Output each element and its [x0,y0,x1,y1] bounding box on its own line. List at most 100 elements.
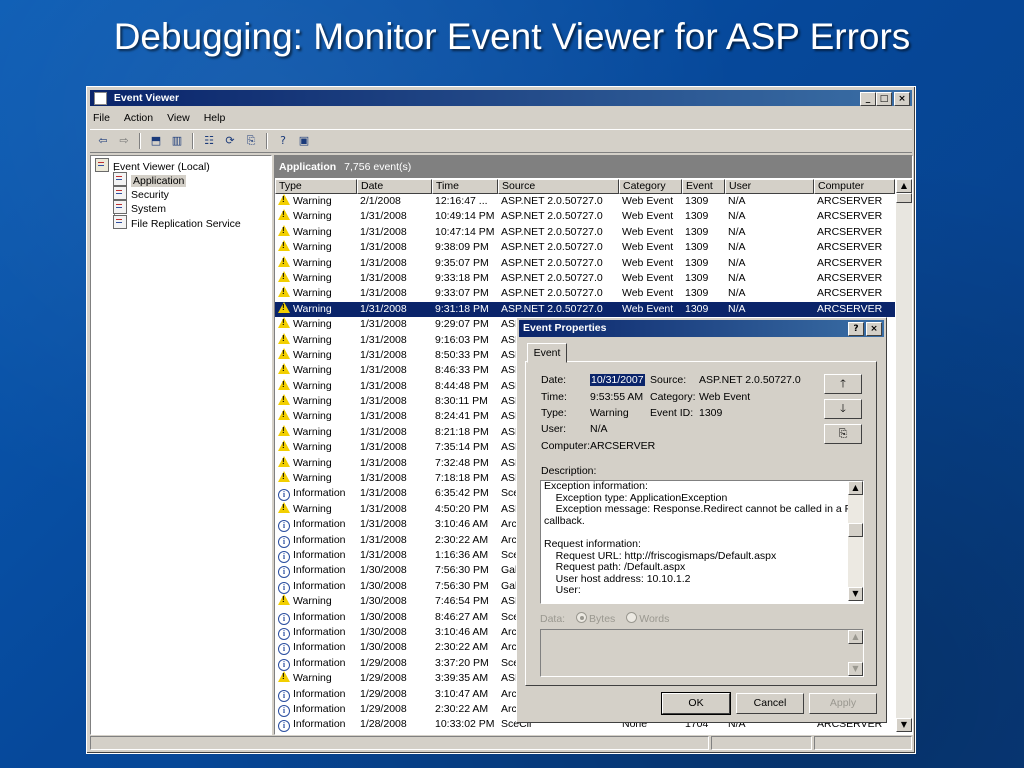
table-row[interactable]: Warning 1/31/2008 10:47:14 PM ASP.NET 2.0.5… [275,224,895,240]
cell-text: 1/29/2008 [360,687,407,700]
minimize-button[interactable]: _ [860,92,876,106]
back-arrow-icon[interactable]: ⇦ [94,133,112,149]
copy-button[interactable]: ⎘ [824,424,862,444]
description-line: User: [544,584,581,597]
cell-source: ASP.NET 2.0.50727.0 [498,256,619,271]
window-title: Event Viewer [113,92,180,104]
column-header-user[interactable]: User [725,179,814,194]
window-titlebar[interactable]: Event Viewer _ □ × [90,90,912,106]
table-row[interactable]: Warning 1/31/2008 9:38:09 PM ASP.NET 2.0.50… [275,240,895,255]
cell-text: N/A [728,271,746,284]
tree-item-application[interactable]: Application [113,172,187,187]
cancel-button[interactable]: Cancel [736,693,804,714]
menu-help[interactable]: Help [204,109,226,127]
data-scroll-down-button[interactable]: ▼ [848,662,863,676]
table-row[interactable]: Warning 1/31/2008 9:33:18 PM ASP.NET 2.0.50… [275,270,895,286]
table-row[interactable]: Warning 1/31/2008 10:49:14 PM ASP.NET 2.0.5… [275,209,895,224]
cell-text: 1/31/2008 [360,333,407,346]
toolbar: ⇦ ⇨ ⬒ ▥ ☷ ⟳ ⎘ ? ▣ [90,129,912,153]
description-scroll-down-button[interactable]: ▼ [848,587,863,601]
table-row[interactable]: Warning 1/31/2008 9:35:07 PM ASP.NET 2.0.50… [275,255,895,271]
tree-item-file-replication-service[interactable]: File Replication Service [113,215,241,230]
menu-view[interactable]: View [167,109,190,127]
cell-type: Warning [275,409,357,424]
cell-text: 1309 [685,287,709,300]
help-icon[interactable]: ? [274,133,292,149]
column-header-time[interactable]: Time [432,179,498,194]
dialog-titlebar[interactable]: Event Properties ? × [519,320,884,337]
cell-date: 1/31/2008 [357,317,432,332]
description-scroll-up-button[interactable]: ▲ [848,481,863,495]
cell-time: 7:56:30 PM [432,563,498,578]
table-row[interactable]: Warning 2/1/2008 12:16:47 ... ASP.NET 2.0.5… [275,194,895,209]
cell-text: 1/31/2008 [360,302,407,315]
information-icon: i [278,489,290,502]
table-row[interactable]: Warning 1/31/2008 9:31:18 PM ASP.NET 2.0.50… [275,301,895,318]
tree-item-security[interactable]: Security [113,186,169,201]
cell-text: 8:46:27 AM [435,610,489,623]
information-icon: i [278,581,290,594]
scroll-up-button[interactable]: ▲ [896,179,912,193]
cell-text: Information [293,533,346,546]
next-event-button[interactable]: 🡓 [824,399,862,419]
warning-icon [278,501,290,513]
dialog-help-button[interactable]: ? [848,322,864,336]
cell-type: Warning [275,194,357,209]
menu-action[interactable]: Action [124,109,153,127]
maximize-button[interactable]: □ [876,92,892,106]
table-row[interactable]: Warning 1/31/2008 9:33:07 PM ASP.NET 2.0.50… [275,286,895,301]
previous-event-button[interactable]: 🡑 [824,374,862,394]
show-hide-tree-icon[interactable]: ▥ [168,133,186,149]
column-header-computer[interactable]: Computer [814,179,895,194]
tree-item-system[interactable]: System [113,200,166,215]
date-value[interactable]: 10/31/2007 [590,374,645,386]
words-radio[interactable] [626,612,638,623]
bytes-radio[interactable] [576,612,588,623]
tab-event[interactable]: Event [527,343,567,363]
cell-category: Web Event [619,301,682,318]
description-scroll-thumb[interactable] [848,523,863,537]
cell-text: 3:37:20 PM [435,656,489,669]
cell-time: 8:46:27 AM [432,610,498,625]
cell-text: ASP.NET 2.0.50727.0 [501,225,603,238]
cell-text: Web Event [622,302,674,315]
scroll-thumb[interactable] [896,193,912,203]
tree-root[interactable]: Event Viewer (Local) [95,158,210,173]
export-list-icon[interactable]: ⎘ [242,133,260,149]
cell-date: 1/31/2008 [357,486,432,501]
cell-text: 1/29/2008 [360,656,407,669]
list-vertical-scrollbar[interactable]: ▲ ▼ [896,179,912,732]
warning-icon [278,209,290,221]
close-button[interactable]: × [894,92,910,106]
cell-text: N/A [728,287,746,300]
cell-text: 1/30/2008 [360,564,407,577]
warning-icon [278,194,290,205]
apply-button[interactable]: Apply [809,693,877,714]
description-textbox[interactable]: Exception information: Exception type: A… [540,480,864,604]
up-folder-icon[interactable]: ⬒ [147,133,165,149]
column-header-category[interactable]: Category [619,179,682,194]
menu-file[interactable]: File [93,109,110,127]
cell-text: Warning [293,441,332,454]
column-header-event[interactable]: Event [682,179,725,194]
cell-date: 1/30/2008 [357,610,432,625]
properties-icon[interactable]: ☷ [200,133,218,149]
data-scroll-up-button[interactable]: ▲ [848,630,863,644]
cell-event: 1309 [682,256,725,271]
ok-button[interactable]: OK [661,692,731,715]
warning-icon [278,255,290,267]
refresh-icon[interactable]: ⟳ [221,133,239,149]
cell-text: Warning [293,333,332,346]
forward-arrow-icon[interactable]: ⇨ [115,133,133,149]
description-scrollbar[interactable]: ▲ ▼ [848,481,863,601]
dialog-close-button[interactable]: × [866,322,882,336]
column-header-date[interactable]: Date [357,179,432,194]
data-textbox[interactable]: ▲ ▼ [540,629,864,677]
scroll-down-button[interactable]: ▼ [896,718,912,732]
column-header-type[interactable]: Type [275,179,357,194]
console-icon[interactable]: ▣ [295,133,313,149]
warning-icon [278,347,290,359]
cell-date: 1/29/2008 [357,671,432,686]
column-header-source[interactable]: Source [498,179,619,194]
cell-text: 12:16:47 ... [435,195,488,207]
